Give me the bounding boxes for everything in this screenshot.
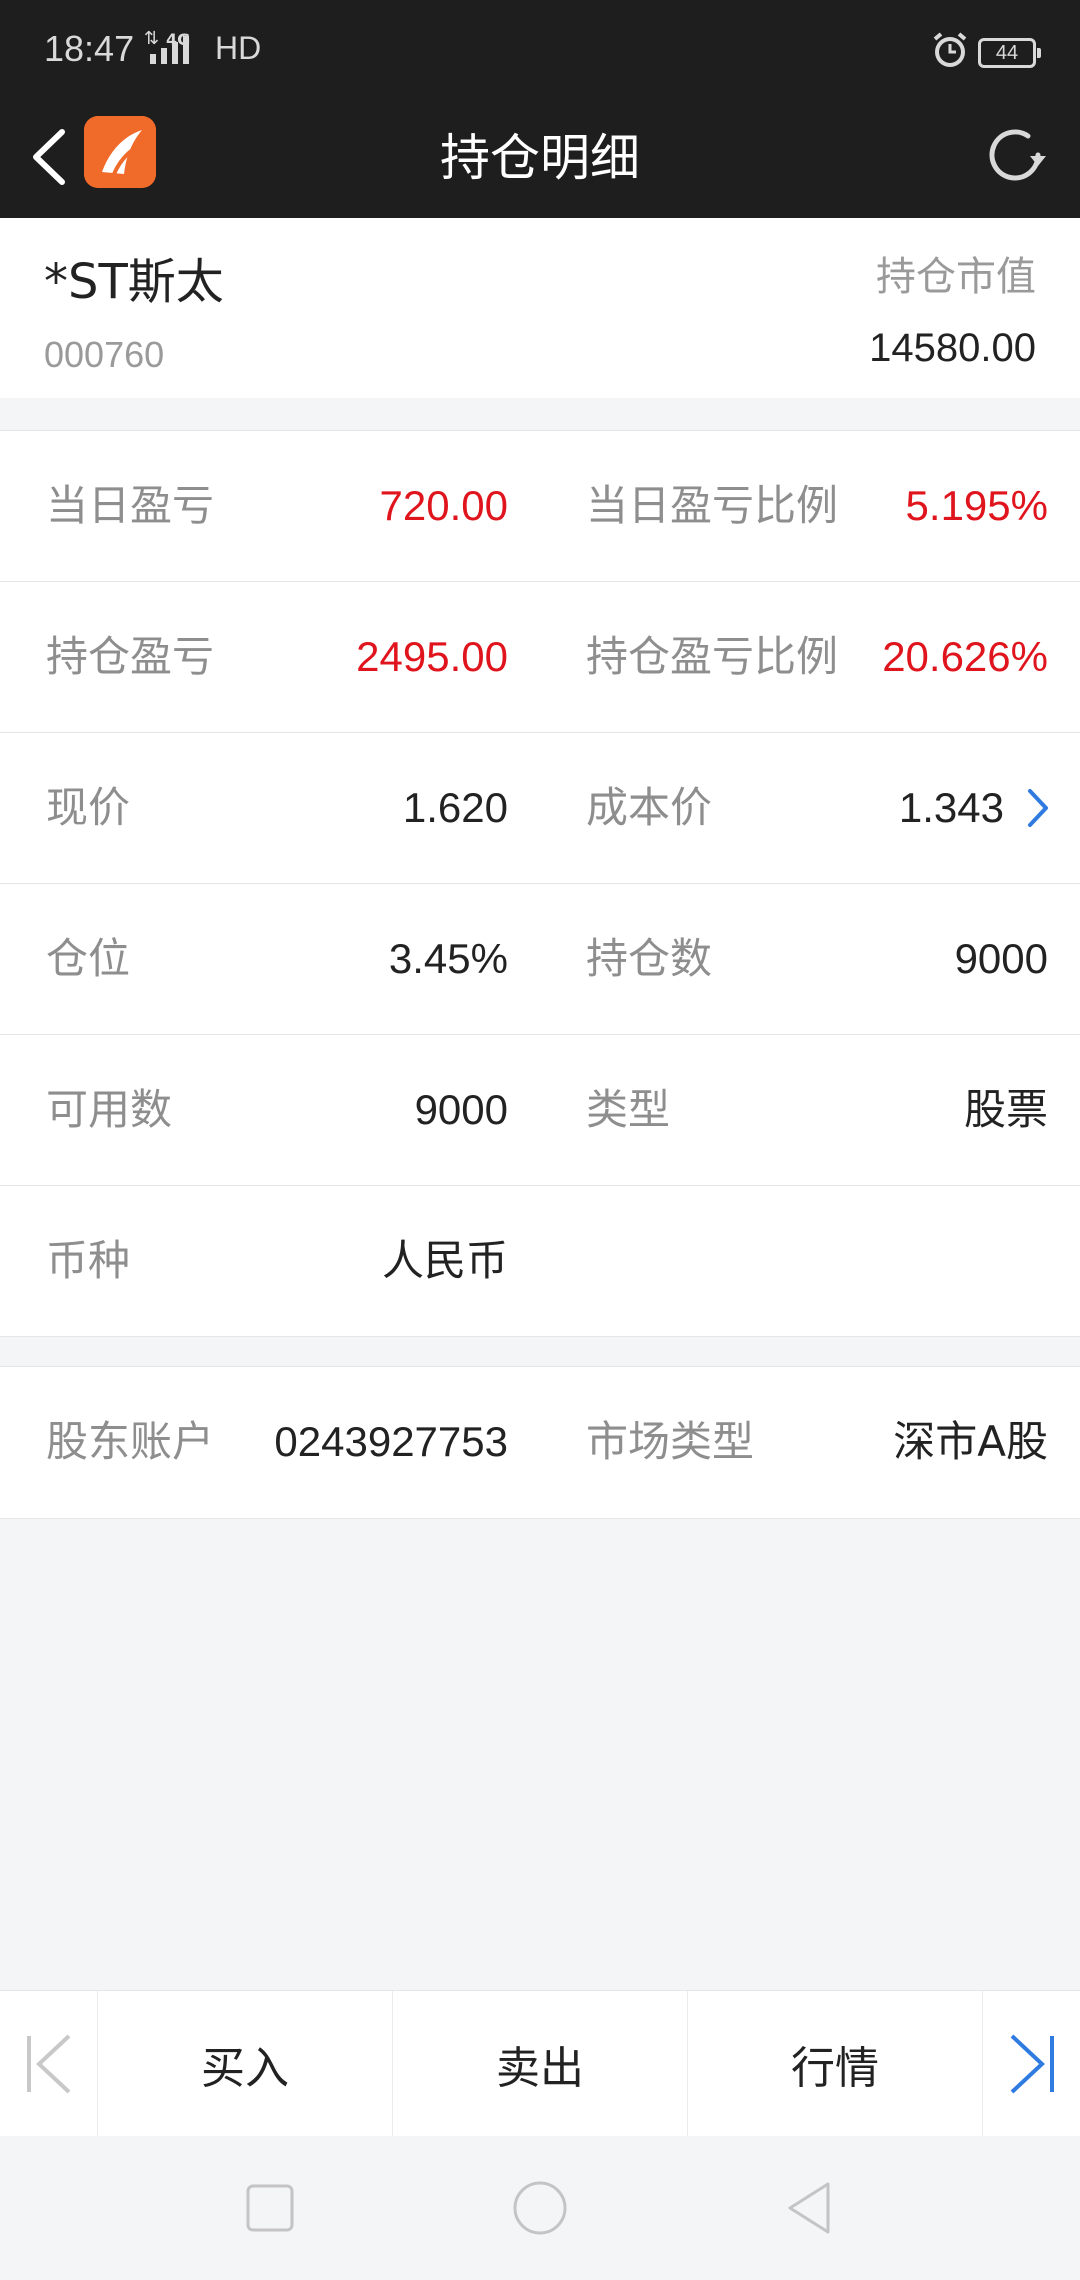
back-triangle-icon[interactable] <box>782 2180 838 2236</box>
currency-label: 币种 <box>46 1236 131 1285</box>
current-price-label: 现价 <box>46 783 131 832</box>
market-value-label: 持仓市值 <box>876 254 1036 300</box>
shareholder-account-value: 0243927753 <box>274 1418 508 1465</box>
stock-header: *ST斯太 000760 持仓市值 14580.00 <box>0 218 1080 398</box>
holding-qty-label: 持仓数 <box>586 934 713 983</box>
detail-row-price: 现价 1.620 成本价 1.343 <box>0 733 1080 884</box>
detail-row-available: 可用数 9000 类型 股票 <box>0 1035 1080 1186</box>
position-pl-ratio-label: 持仓盈亏比例 <box>586 632 839 681</box>
network-type: 4G <box>166 30 191 49</box>
position-pl-ratio-value: 20.626% <box>882 633 1048 680</box>
position-ratio-label: 仓位 <box>46 934 131 983</box>
market-type-value: 深市A股 <box>893 1417 1048 1466</box>
daily-pl-value: 720.00 <box>379 482 508 529</box>
market-type-label: 市场类型 <box>586 1417 755 1466</box>
daily-pl-ratio-value: 5.195% <box>905 482 1048 529</box>
available-qty-value: 9000 <box>414 1086 508 1133</box>
daily-pl-label: 当日盈亏 <box>46 481 215 530</box>
last-item-button[interactable] <box>983 1991 1080 2137</box>
page-title: 持仓明细 <box>440 129 640 187</box>
cost-price-label[interactable]: 成本价 <box>586 733 712 883</box>
daily-pl-ratio-label: 当日盈亏比例 <box>586 481 839 530</box>
hd-indicator: HD <box>215 30 262 66</box>
market-value: 14580.00 <box>869 326 1036 370</box>
refresh-icon[interactable] <box>980 120 1050 190</box>
top-bar: 18:47 ⇅ 4G HD 44 持仓明细 <box>0 0 1080 218</box>
available-qty-label: 可用数 <box>46 1085 173 1134</box>
sell-button[interactable]: 卖出 <box>393 1991 688 2137</box>
security-type-value: 股票 <box>963 1085 1048 1134</box>
position-pl-label: 持仓盈亏 <box>46 632 215 681</box>
stock-name: *ST斯太 <box>44 254 224 310</box>
account-info: 股东账户 0243927753 市场类型 深市A股 <box>0 1366 1080 1519</box>
currency-value: 人民币 <box>381 1236 508 1285</box>
status-bar: 18:47 ⇅ 4G HD 44 <box>0 0 1080 108</box>
security-type-label: 类型 <box>586 1085 671 1134</box>
system-nav-bar <box>0 2136 1080 2280</box>
cost-price-value[interactable]: 1.343 <box>899 733 1004 883</box>
status-time: 18:47 <box>44 28 135 69</box>
detail-row-currency: 币种 人民币 <box>0 1186 1080 1337</box>
skip-last-icon[interactable] <box>1002 2024 1062 2104</box>
navbar: 持仓明细 <box>0 108 1080 218</box>
action-toolbar: 买入 卖出 行情 <box>0 1990 1080 2137</box>
detail-row-daily-pl: 当日盈亏 720.00 当日盈亏比例 5.195% <box>0 431 1080 582</box>
signal-icon: ⇅ 4G <box>144 30 190 64</box>
holding-qty-value: 9000 <box>954 935 1048 982</box>
home-icon[interactable] <box>512 2180 568 2236</box>
skip-first-icon[interactable] <box>19 2024 79 2104</box>
detail-row-position-pl: 持仓盈亏 2495.00 持仓盈亏比例 20.626% <box>0 582 1080 733</box>
recent-apps-icon[interactable] <box>242 2180 298 2236</box>
alarm-icon <box>933 32 967 67</box>
battery-indicator: 44 <box>978 38 1041 68</box>
stock-code: 000760 <box>44 334 165 375</box>
chevron-right-icon[interactable] <box>1022 785 1052 831</box>
position-ratio-value: 3.45% <box>388 935 508 982</box>
buy-button[interactable]: 买入 <box>98 1991 393 2137</box>
position-details: 当日盈亏 720.00 当日盈亏比例 5.195% 持仓盈亏 2495.00 持… <box>0 430 1080 1337</box>
position-pl-value: 2495.00 <box>356 633 508 680</box>
shareholder-account-label: 股东账户 <box>46 1417 215 1466</box>
account-row: 股东账户 0243927753 市场类型 深市A股 <box>0 1367 1080 1518</box>
current-price-value: 1.620 <box>402 784 508 831</box>
first-item-button[interactable] <box>0 1991 98 2137</box>
quote-button[interactable]: 行情 <box>688 1991 983 2137</box>
detail-row-position: 仓位 3.45% 持仓数 9000 <box>0 884 1080 1035</box>
